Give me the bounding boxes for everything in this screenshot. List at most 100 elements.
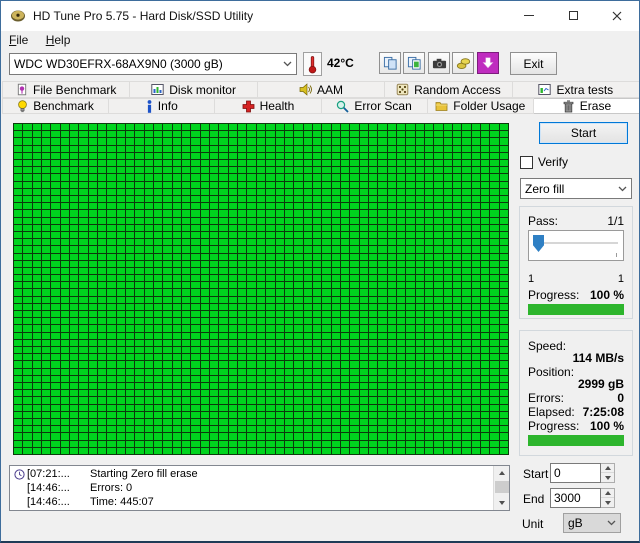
erase-block xyxy=(462,383,470,389)
erase-block xyxy=(434,397,442,403)
erase-block xyxy=(388,347,396,353)
scroll-down-button[interactable] xyxy=(494,496,510,510)
erase-block xyxy=(350,146,358,152)
erase-block xyxy=(107,304,115,310)
update-button[interactable] xyxy=(477,52,499,74)
minimize-button[interactable] xyxy=(507,1,551,30)
tab-disk-monitor[interactable]: Disk monitor xyxy=(130,81,257,98)
erase-block xyxy=(453,261,461,267)
drive-select[interactable]: WDC WD30EFRX-68AX9N0 (3000 gB) xyxy=(9,53,297,75)
slider-thumb[interactable] xyxy=(533,235,544,252)
erase-block xyxy=(360,239,368,245)
erase-block xyxy=(182,174,190,180)
erase-block xyxy=(14,376,22,382)
erase-block xyxy=(444,131,452,137)
erase-mode-select[interactable]: Zero fill xyxy=(520,178,632,199)
spin-down-button[interactable] xyxy=(601,498,614,507)
copy-image-button[interactable] xyxy=(403,52,425,74)
erase-block xyxy=(42,390,50,396)
erase-block xyxy=(378,412,386,418)
erase-block xyxy=(453,412,461,418)
erase-block xyxy=(173,419,181,425)
start-button[interactable]: Start xyxy=(539,122,628,144)
erase-block xyxy=(163,318,171,324)
erase-block xyxy=(472,196,480,202)
verify-checkbox[interactable] xyxy=(520,156,533,169)
erase-block xyxy=(89,160,97,166)
erase-block xyxy=(135,397,143,403)
start-range-input[interactable] xyxy=(550,463,601,483)
erase-block xyxy=(154,138,162,144)
erase-block xyxy=(210,131,218,137)
close-button[interactable] xyxy=(595,1,639,30)
erase-block xyxy=(182,311,190,317)
erase-block xyxy=(444,361,452,367)
copy-button[interactable] xyxy=(379,52,401,74)
erase-block xyxy=(500,433,508,439)
erase-block xyxy=(416,261,424,267)
erase-block xyxy=(294,174,302,180)
maximize-button[interactable] xyxy=(551,1,595,30)
erase-block xyxy=(416,383,424,389)
erase-block xyxy=(462,289,470,295)
erase-block xyxy=(51,210,59,216)
tab-aam[interactable]: AAM xyxy=(258,81,385,98)
erase-block xyxy=(201,174,209,180)
erase-block xyxy=(163,304,171,310)
tab-file-benchmark[interactable]: File Benchmark xyxy=(2,81,130,98)
tab-random-access[interactable]: Random Access xyxy=(385,81,512,98)
erase-block xyxy=(23,441,31,447)
erase-block xyxy=(107,153,115,159)
erase-block xyxy=(14,297,22,303)
erase-block xyxy=(294,412,302,418)
log-box[interactable]: [07:21:... Starting Zero fill erase [14:… xyxy=(9,465,510,511)
erase-block xyxy=(285,361,293,367)
log-scrollbar[interactable] xyxy=(493,466,509,510)
erase-block xyxy=(61,124,69,130)
temperature-button[interactable] xyxy=(303,52,322,76)
tab-erase[interactable]: Erase xyxy=(534,98,640,114)
tab-folder-usage[interactable]: Folder Usage xyxy=(428,98,534,114)
spin-up-button[interactable] xyxy=(601,464,614,473)
erase-block xyxy=(229,138,237,144)
erase-block xyxy=(388,268,396,274)
erase-block xyxy=(416,232,424,238)
tab-info[interactable]: Info xyxy=(109,98,215,114)
erase-block xyxy=(322,318,330,324)
exit-button[interactable]: Exit xyxy=(510,52,557,75)
erase-block xyxy=(117,210,125,216)
erase-block xyxy=(322,210,330,216)
erase-block xyxy=(444,304,452,310)
erase-block xyxy=(360,412,368,418)
menu-file[interactable]: File xyxy=(2,31,35,49)
erase-block xyxy=(378,318,386,324)
erase-block xyxy=(257,254,265,260)
erase-block xyxy=(23,153,31,159)
erase-block xyxy=(135,412,143,418)
tab-health[interactable]: Health xyxy=(215,98,321,114)
unit-select[interactable]: gB xyxy=(563,513,621,533)
erase-block xyxy=(425,275,433,281)
tab-extra-tests[interactable]: Extra tests xyxy=(513,81,640,98)
erase-block xyxy=(444,376,452,382)
scrollbar-thumb[interactable] xyxy=(495,481,509,493)
spin-up-button[interactable] xyxy=(601,489,614,498)
erase-block xyxy=(201,347,209,353)
erase-block xyxy=(425,124,433,130)
erase-block xyxy=(79,325,87,331)
erase-block xyxy=(51,174,59,180)
erase-block xyxy=(238,146,246,152)
end-range-input[interactable] xyxy=(550,488,601,508)
screenshot-button[interactable] xyxy=(428,52,450,74)
erase-block xyxy=(257,146,265,152)
erase-block xyxy=(173,311,181,317)
menu-help[interactable]: Help xyxy=(39,31,78,49)
erase-block xyxy=(462,196,470,202)
tab-benchmark[interactable]: Benchmark xyxy=(2,98,109,114)
save-results-button[interactable] xyxy=(452,52,474,74)
spin-down-button[interactable] xyxy=(601,473,614,482)
tab-error-scan[interactable]: Error Scan xyxy=(322,98,428,114)
scroll-up-button[interactable] xyxy=(494,466,510,480)
erase-block xyxy=(388,131,396,137)
pass-slider[interactable] xyxy=(528,230,624,261)
